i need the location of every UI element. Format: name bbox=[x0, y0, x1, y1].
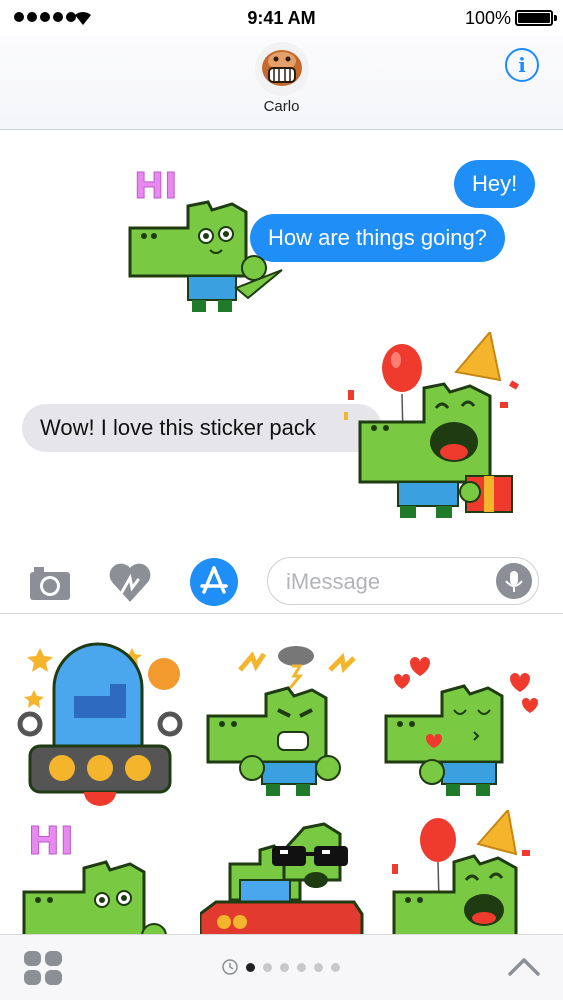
message-bubble-outgoing[interactable]: Hey! bbox=[454, 160, 536, 208]
expand-chevron-up-icon[interactable] bbox=[507, 955, 541, 977]
sticker-drawer: HI bbox=[0, 614, 563, 934]
hi-croc-sticker[interactable]: HI bbox=[128, 158, 288, 318]
contact-name[interactable]: Carlo bbox=[0, 98, 563, 115]
microphone-icon[interactable] bbox=[496, 563, 532, 599]
contact-avatar[interactable] bbox=[255, 42, 309, 96]
digital-touch-icon[interactable] bbox=[106, 558, 154, 606]
sticker-ufo-croc[interactable] bbox=[14, 638, 184, 818]
message-bubble-incoming[interactable]: Wow! I love this sticker pack bbox=[22, 404, 382, 452]
page-indicator[interactable] bbox=[222, 959, 340, 975]
imessage-field[interactable] bbox=[267, 557, 539, 605]
sticker-cool-car-croc[interactable] bbox=[200, 810, 370, 934]
page-dot[interactable] bbox=[314, 962, 323, 972]
message-input-bar bbox=[0, 548, 563, 614]
recents-clock-icon[interactable] bbox=[222, 959, 238, 975]
sticker-hi-croc[interactable]: HI bbox=[14, 810, 184, 934]
battery-icon bbox=[515, 10, 557, 26]
sticker-caption: HI bbox=[134, 166, 178, 207]
info-button[interactable]: i bbox=[505, 48, 539, 82]
page-dot[interactable] bbox=[263, 962, 272, 972]
sticker-angry-croc[interactable] bbox=[200, 638, 370, 818]
sticker-caption: HI bbox=[28, 819, 74, 863]
sticker-kissing-croc[interactable] bbox=[382, 638, 552, 818]
page-dot[interactable] bbox=[331, 962, 340, 972]
app-drawer-icon[interactable] bbox=[22, 949, 64, 987]
app-store-icon[interactable] bbox=[190, 558, 238, 606]
message-bubble-outgoing[interactable]: How are things going? bbox=[250, 214, 505, 262]
battery-percentage: 100% bbox=[464, 8, 511, 28]
status-bar: 9:41 AM 100% bbox=[0, 0, 563, 36]
page-dot[interactable] bbox=[246, 962, 255, 972]
message-input[interactable] bbox=[286, 567, 486, 597]
conversation-header: Carlo i bbox=[0, 36, 563, 130]
camera-icon[interactable] bbox=[26, 558, 74, 606]
party-croc-sticker[interactable] bbox=[340, 332, 530, 524]
app-drawer-bar bbox=[0, 934, 563, 1000]
page-dot[interactable] bbox=[280, 962, 289, 972]
page-dot[interactable] bbox=[297, 962, 306, 972]
sticker-party-croc[interactable] bbox=[382, 810, 552, 934]
